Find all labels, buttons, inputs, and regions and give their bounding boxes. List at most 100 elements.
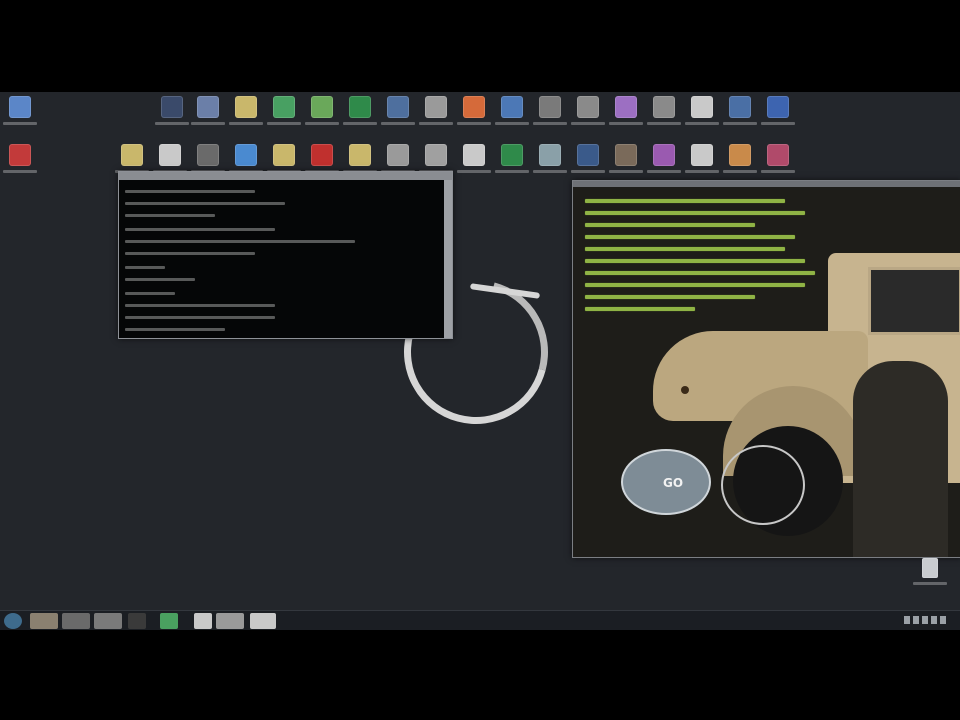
note-icon[interactable] (606, 96, 646, 140)
document-glyph (691, 96, 713, 118)
excel-glyph (501, 144, 523, 166)
cmd-output-line (125, 278, 195, 281)
start-orb-icon[interactable] (4, 613, 22, 629)
game-taskbar-icon[interactable] (216, 613, 244, 629)
icon-label (533, 170, 567, 173)
folder-icon[interactable] (226, 96, 266, 140)
terminal-taskbar-icon[interactable] (128, 613, 146, 629)
icon-label (3, 122, 37, 125)
browser-glyph (463, 96, 485, 118)
game-titlebar[interactable] (573, 181, 960, 187)
browser-icon[interactable] (454, 96, 494, 140)
document-taskbar-icon[interactable] (194, 613, 212, 629)
icon-label (495, 122, 529, 125)
cmd-scrollbar[interactable] (444, 180, 452, 338)
chrome-taskbar-icon[interactable] (160, 613, 178, 629)
cmd-output-line (125, 304, 275, 307)
icon-label (457, 170, 491, 173)
icon-label (647, 122, 681, 125)
chat-line (585, 235, 795, 239)
icon-label (761, 170, 795, 173)
music-file-icon[interactable] (568, 96, 608, 140)
v-app-glyph (729, 96, 751, 118)
cmd-window[interactable] (118, 171, 453, 339)
cmd-output-line (125, 252, 255, 255)
clock-icon[interactable] (530, 96, 570, 140)
taskbar (0, 610, 960, 631)
excel-icon[interactable] (492, 144, 532, 188)
window-taskbar-icon[interactable] (250, 613, 276, 629)
window-taskbar-icon[interactable] (62, 613, 90, 629)
monitor-icon[interactable] (188, 96, 228, 140)
shark-glyph (235, 144, 257, 166)
music-app-glyph (767, 96, 789, 118)
icon-label (305, 122, 339, 125)
system-tray[interactable] (904, 616, 946, 624)
icon-label (533, 122, 567, 125)
chart-icon[interactable] (530, 144, 570, 188)
recycle-bin-glyph (922, 558, 938, 578)
app-glyph (161, 96, 183, 118)
icon-label (685, 170, 719, 173)
folder-glyph (273, 144, 295, 166)
tools-icon[interactable] (644, 96, 684, 140)
app-icon[interactable] (152, 96, 192, 140)
game-window[interactable]: GO (572, 180, 960, 558)
tools-glyph (653, 96, 675, 118)
globe-glyph (577, 144, 599, 166)
icon-label (267, 122, 301, 125)
folder-taskbar-icon[interactable] (30, 613, 58, 629)
icon-label (609, 122, 643, 125)
document-icon[interactable] (454, 144, 494, 188)
tray-icon[interactable] (931, 616, 937, 624)
icon-label (191, 122, 225, 125)
arrow-icon[interactable] (492, 96, 532, 140)
computer-icon[interactable] (0, 96, 40, 140)
recycle-bin-icon[interactable] (910, 558, 950, 602)
cmd-output-line (125, 202, 285, 205)
icon-label (155, 122, 189, 125)
v-app-icon[interactable] (720, 96, 760, 140)
arrow-glyph (501, 96, 523, 118)
icon-label (723, 122, 757, 125)
chat-line (585, 199, 785, 203)
icon-label (381, 122, 415, 125)
icon-label (229, 122, 263, 125)
steam-icon[interactable] (378, 96, 418, 140)
chat-line (585, 295, 755, 299)
archive-glyph (197, 144, 219, 166)
media-glyph (767, 144, 789, 166)
tray-icon[interactable] (922, 616, 928, 624)
folder-glyph (121, 144, 143, 166)
cmd-output-line (125, 240, 355, 243)
music-icon[interactable] (416, 96, 456, 140)
tray-icon[interactable] (904, 616, 910, 624)
music-app-icon[interactable] (758, 96, 798, 140)
record-icon[interactable] (0, 144, 40, 188)
music-file-glyph (577, 96, 599, 118)
icon-label (495, 170, 529, 173)
tray-icon[interactable] (913, 616, 919, 624)
document-glyph (463, 144, 485, 166)
cmd-output-line (125, 266, 165, 269)
cmd-output-line (125, 190, 255, 193)
recycle-bin-label (913, 582, 947, 585)
chat-line (585, 211, 805, 215)
monitor-glyph (197, 96, 219, 118)
cmd-titlebar[interactable] (119, 172, 452, 180)
icon-label (3, 170, 37, 173)
green-app-icon[interactable] (264, 96, 304, 140)
icon-label (609, 170, 643, 173)
folder-glyph (235, 96, 257, 118)
steam-glyph (387, 96, 409, 118)
minimap-label: GO (663, 476, 684, 490)
desktop[interactable]: GO (0, 92, 960, 610)
media-taskbar-icon[interactable] (94, 613, 122, 629)
player-character (853, 361, 948, 557)
truck-headlight (681, 386, 689, 394)
ribbon-icon[interactable] (302, 96, 342, 140)
spreadsheet-icon[interactable] (340, 96, 380, 140)
ribbon-glyph (311, 96, 333, 118)
tray-icon[interactable] (940, 616, 946, 624)
document-icon[interactable] (682, 96, 722, 140)
